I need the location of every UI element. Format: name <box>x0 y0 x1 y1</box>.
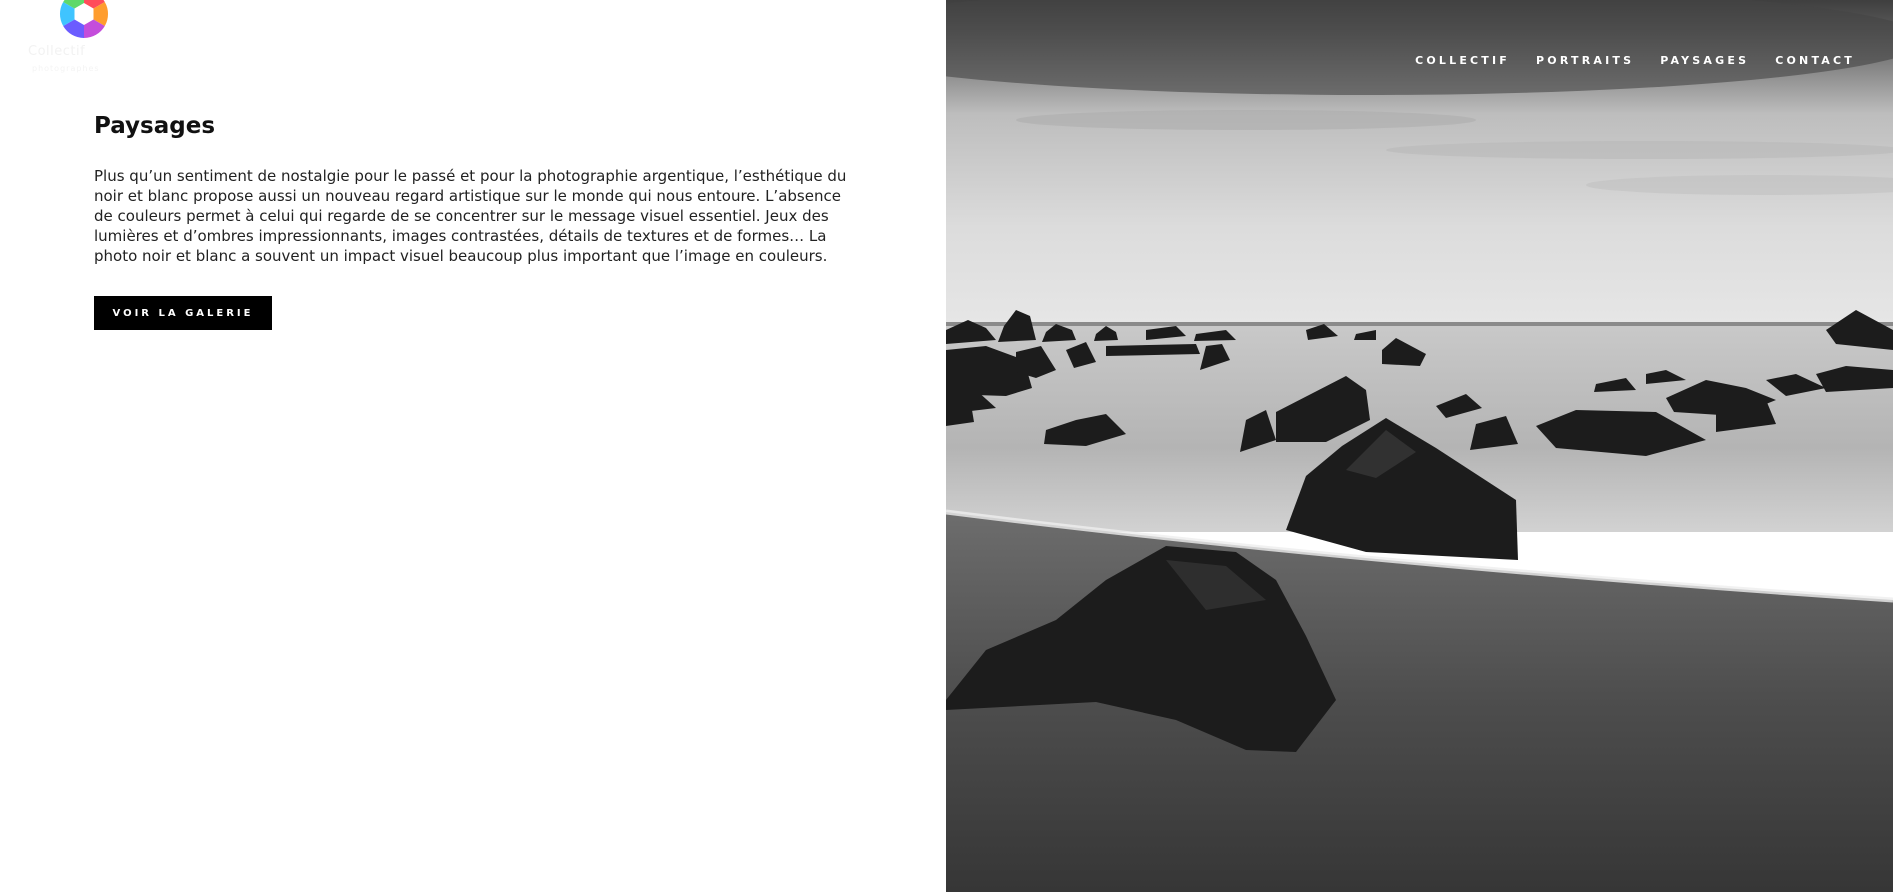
brand-tagline: photographes <box>32 64 100 73</box>
brand-name: Collectif <box>28 44 86 59</box>
page: Collectif photographes Paysages Plus qu’… <box>0 0 1893 892</box>
intro-paragraph: Plus qu’un sentiment de nostalgie pour l… <box>94 167 847 265</box>
nav-contact[interactable]: CONTACT <box>1775 54 1855 67</box>
nav-portraits[interactable]: PORTRAITS <box>1536 54 1634 67</box>
intro-section: Paysages Plus qu’un sentiment de nostalg… <box>94 110 854 266</box>
nav-paysages[interactable]: PAYSAGES <box>1660 54 1749 67</box>
aperture-icon[interactable] <box>58 0 110 40</box>
page-title: Paysages <box>94 113 216 139</box>
nav-collectif[interactable]: COLLECTIF <box>1415 54 1510 67</box>
hero-photo <box>946 0 1893 892</box>
content-panel: Collectif photographes Paysages Plus qu’… <box>0 0 946 892</box>
view-gallery-button[interactable]: VOIR LA GALERIE <box>94 296 272 330</box>
hero-image-panel: COLLECTIF PORTRAITS PAYSAGES CONTACT <box>946 0 1893 892</box>
main-nav: COLLECTIF PORTRAITS PAYSAGES CONTACT <box>1415 54 1855 67</box>
